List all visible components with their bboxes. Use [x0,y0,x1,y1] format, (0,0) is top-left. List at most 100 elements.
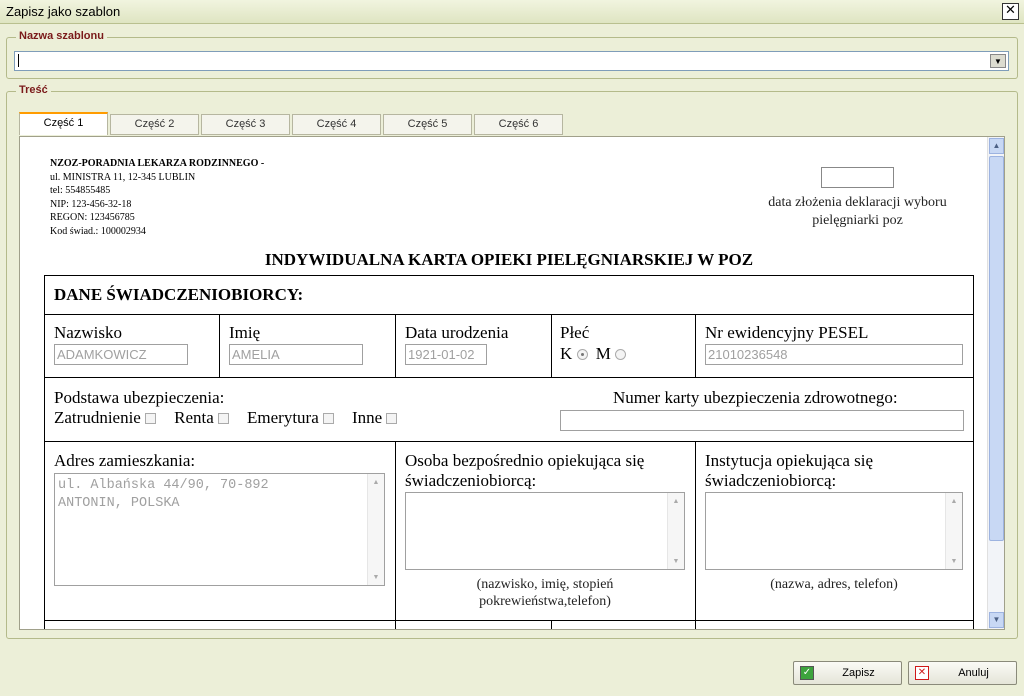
address-line2: ANTONIN, POLSKA [58,496,180,511]
title-bar: Zapisz jako szablon ✕ [0,0,1024,24]
table-rule [44,377,974,378]
scroll-up-icon[interactable]: ▲ [947,494,961,508]
tab-label: Część 5 [407,118,448,130]
table-border-left [44,275,45,629]
surname-field[interactable]: ADAMKOWICZ [54,344,188,365]
caregiver-label-line2: świadczeniobiorcą: [405,471,537,490]
tab-label: Część 2 [134,118,175,130]
dropdown-arrow-icon[interactable]: ▼ [990,54,1006,68]
declaration-date-label-line1: data złożenia deklaracji wyboru [768,195,947,210]
caregiver-label-line1: Osoba bezpośrednio opiekująca się [405,451,645,470]
institution-textarea[interactable]: ▲ ▼ [705,492,963,570]
firstname-field[interactable]: AMELIA [229,344,363,365]
insurance-option-label: Inne [352,408,383,427]
table-divider [551,314,552,378]
insurance-zatrudnienie-checkbox[interactable] [144,413,156,424]
tab-czesc-3[interactable]: Część 3 [201,114,290,135]
scroll-down-icon[interactable]: ▼ [369,570,383,584]
tab-czesc-2[interactable]: Część 2 [110,114,199,135]
pesel-field[interactable]: 21010236548 [705,344,963,365]
insurance-emerytura-checkbox[interactable] [322,413,334,424]
template-name-legend: Nazwa szablonu [16,30,107,42]
document-scrollbar[interactable]: ▲ ▼ [987,137,1004,629]
table-divider [395,441,396,629]
caregiver-scrollbar[interactable]: ▲ ▼ [667,493,684,569]
clinic-address: ul. MINISTRA 11, 12-345 LUBLIN [50,171,196,183]
sex-m-radio[interactable] [615,349,627,360]
tab-czesc-6[interactable]: Część 6 [474,114,563,135]
insurance-option-label: Renta [174,408,214,427]
template-name-combobox[interactable]: ▼ [14,51,1009,71]
tab-czesc-1[interactable]: Część 1 [19,112,108,135]
insurance-option-label: Emerytura [247,408,319,427]
insurance-inne-checkbox[interactable] [386,413,398,424]
sex-m-label: M [595,344,611,363]
insurance-options: Zatrudnienie Renta Emerytura Inne [54,408,411,428]
pesel-label: Nr ewidencyjny PESEL [705,323,869,342]
tab-label: Część 4 [316,118,357,130]
document: NZOZ-PORADNIA LEKARZA RODZINNEGO - ul. M… [20,137,987,629]
institution-scrollbar[interactable]: ▲ ▼ [945,493,962,569]
insurance-card-label: Numer karty ubezpieczenia zdrowotnego: [613,388,898,407]
insurance-label: Podstawa ubezpieczenia: [54,388,225,407]
table-divider [551,620,552,629]
table-rule [44,441,974,442]
table-divider [695,314,696,378]
institution-label-line1: Instytucja opiekująca się [705,451,874,470]
tab-czesc-5[interactable]: Część 5 [383,114,472,135]
dob-field[interactable]: 1921-01-02 [405,344,487,365]
address-text: ul. Albańska 44/90, 70-892 ANTONIN, POLSK… [58,477,269,513]
sex-k-radio[interactable] [576,349,588,360]
dob-label: Data urodzenia [405,323,509,342]
scroll-thumb[interactable] [989,156,1004,541]
insurance-renta-checkbox[interactable] [217,413,229,424]
close-button[interactable]: ✕ [1002,3,1019,20]
table-divider [695,441,696,629]
caregiver-note: (nazwisko, imię, stopień pokrewieństwa,t… [405,576,685,610]
text-caret [18,54,19,67]
cancel-button[interactable]: ✕ Anuluj [908,661,1017,685]
cancel-icon: ✕ [915,666,929,680]
scroll-up-icon[interactable]: ▲ [989,138,1004,154]
institution-label-line2: świadczeniobiorcą: [705,471,837,490]
tab-label: Część 1 [43,117,84,129]
sex-options: K M [560,344,627,364]
scroll-up-icon[interactable]: ▲ [369,475,383,489]
cancel-button-label: Anuluj [958,667,989,679]
clinic-regon: REGON: 123456785 [50,212,135,223]
clinic-name: NZOZ-PORADNIA LEKARZA RODZINNEGO - [50,158,265,169]
caregiver-note-line1: (nazwisko, imię, stopień [476,577,614,592]
save-button[interactable]: ✓ Zapisz [793,661,902,685]
scroll-down-icon[interactable]: ▼ [989,612,1004,628]
document-viewport: NZOZ-PORADNIA LEKARZA RODZINNEGO - ul. M… [19,136,1005,630]
declaration-date-field[interactable] [821,167,894,188]
sex-label: Płeć [560,323,590,342]
declaration-date-label-line2: pielęgniarki poz [812,213,903,228]
insurance-card-field[interactable] [560,410,964,431]
surname-label: Nazwisko [54,323,122,342]
tab-label: Część 3 [225,118,266,130]
caregiver-note-line2: pokrewieństwa,telefon) [479,594,611,609]
caregiver-label: Osoba bezpośrednio opiekująca się świadc… [405,451,644,491]
scroll-down-icon[interactable]: ▼ [669,554,683,568]
scroll-up-icon[interactable]: ▲ [669,494,683,508]
institution-note: (nazwa, adres, telefon) [770,577,898,592]
sex-k-label: K [560,344,573,363]
section-header: DANE ŚWIADCZENIOBIORCY: [54,285,304,304]
address-scrollbar[interactable]: ▲ ▼ [367,474,384,585]
tab-czesc-4[interactable]: Część 4 [292,114,381,135]
institution-label: Instytucja opiekująca się świadczeniobio… [705,451,873,491]
template-name-group: Nazwa szablonu ▼ [6,30,1018,79]
scroll-down-icon[interactable]: ▼ [947,554,961,568]
check-icon: ✓ [800,666,814,680]
address-textarea[interactable]: ul. Albańska 44/90, 70-892 ANTONIN, POLSK… [54,473,385,586]
close-icon: ✕ [1005,3,1016,18]
window-title: Zapisz jako szablon [6,4,121,19]
content-group: Treść Część 1 Część 2 Część 3 Część 4 Cz… [6,84,1018,639]
content-legend: Treść [16,84,51,96]
clinic-kod: Kod świad.: 100002934 [50,225,146,237]
caregiver-textarea[interactable]: ▲ ▼ [405,492,685,570]
address-line1: ul. Albańska 44/90, 70-892 [58,478,269,493]
table-rule [44,620,974,621]
clinic-nip: NIP: 123-456-32-18 [50,198,132,210]
